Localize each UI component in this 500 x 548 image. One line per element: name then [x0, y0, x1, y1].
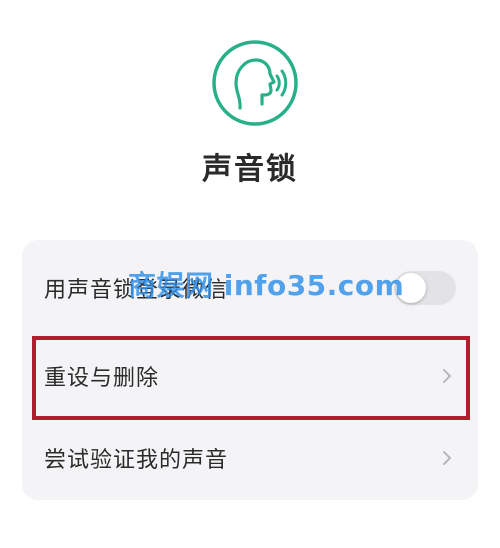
voice-lock-page: 声音锁 用声音锁登录微信 重设与删除 尝试验证我的声音 商娱网 info35.c…	[0, 0, 500, 548]
setting-row-reset-delete[interactable]: 重设与删除	[22, 336, 478, 416]
setting-row-test-voice[interactable]: 尝试验证我的声音	[22, 418, 478, 498]
voice-profile-icon	[212, 40, 298, 126]
voice-login-toggle[interactable]	[394, 271, 456, 305]
setting-row-voice-login[interactable]: 用声音锁登录微信	[22, 248, 478, 328]
setting-label-test-voice: 尝试验证我的声音	[44, 448, 229, 473]
toggle-knob	[396, 273, 426, 303]
setting-label-reset-delete: 重设与删除	[44, 366, 160, 391]
setting-label-voice-login: 用声音锁登录微信	[44, 278, 229, 303]
chevron-right-icon	[443, 451, 451, 465]
page-title: 声音锁	[202, 152, 298, 187]
chevron-right-icon	[443, 369, 451, 383]
settings-card: 用声音锁登录微信 重设与删除 尝试验证我的声音	[22, 240, 478, 500]
